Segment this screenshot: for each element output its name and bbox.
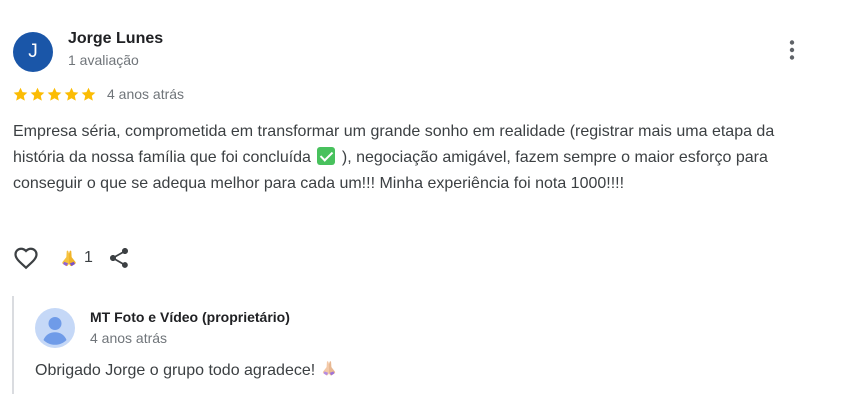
star-icon (81, 87, 96, 101)
owner-avatar[interactable] (35, 308, 75, 348)
review-date: 4 anos atrás (107, 86, 185, 102)
star-rating (12, 86, 97, 103)
review-actions: 1 (12, 244, 131, 272)
folded-hands-emoji-icon (319, 358, 339, 387)
reaction-count: 1 (84, 249, 93, 266)
owner-name: MT Foto e Vídeo (proprietário) (90, 309, 290, 325)
star-icon (13, 87, 28, 101)
star-icon (47, 87, 62, 101)
review-text: Empresa séria, comprometida em transform… (13, 119, 793, 197)
heart-outline-icon (14, 247, 38, 270)
share-icon (109, 248, 128, 268)
like-button[interactable] (12, 244, 40, 272)
person-avatar-icon (35, 308, 75, 348)
reaction-button[interactable]: 1 (58, 247, 93, 269)
owner-response-text: Obrigado Jorge o grupo todo agradece! (35, 358, 339, 387)
check-mark-emoji-icon (317, 147, 336, 165)
owner-response-date: 4 anos atrás (90, 330, 168, 346)
folded-hands-icon (62, 250, 76, 267)
star-icon (30, 87, 45, 101)
share-button[interactable] (107, 246, 131, 270)
author-review-count: 1 avaliação (68, 52, 139, 68)
owner-response-body: Obrigado Jorge o grupo todo agradece! (35, 362, 316, 379)
more-vert-icon (789, 40, 795, 60)
rating-row: 4 anos atrás (12, 84, 184, 104)
more-options-button[interactable] (780, 38, 804, 62)
author-name[interactable]: Jorge Lunes (68, 30, 163, 48)
author-avatar[interactable]: J (13, 32, 53, 72)
review-card: J Jorge Lunes 1 avaliação 4 anos atrás E… (0, 0, 841, 413)
star-icon (64, 87, 79, 101)
author-initial: J (28, 41, 38, 62)
owner-reply-divider (12, 296, 14, 394)
